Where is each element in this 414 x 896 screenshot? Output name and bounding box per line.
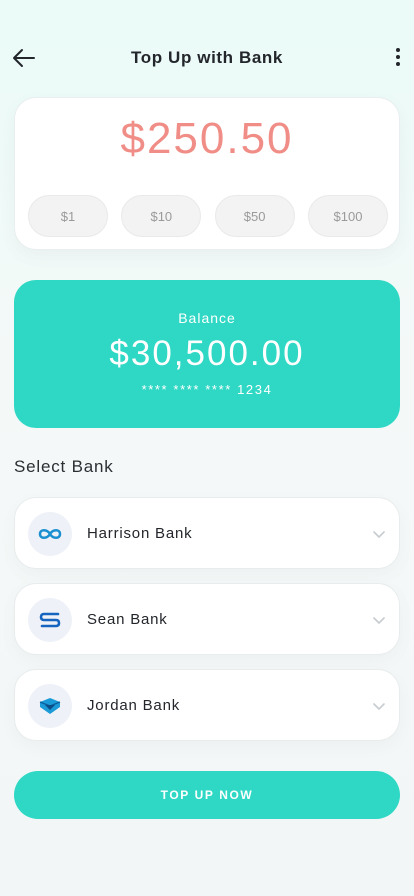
quick-amount-row: $1 $10 $50 $100 xyxy=(28,195,388,237)
top-up-amount[interactable]: $250.50 xyxy=(15,114,399,164)
bank-name: Harrison Bank xyxy=(87,525,193,542)
quick-amount-100[interactable]: $100 xyxy=(307,195,388,237)
quick-amount-50[interactable]: $50 xyxy=(214,195,295,237)
quick-amount-1[interactable]: $1 xyxy=(28,195,108,237)
chevron-down-icon xyxy=(373,703,385,710)
top-up-now-button[interactable]: TOP UP NOW xyxy=(14,771,400,819)
gem-logo-icon xyxy=(28,684,72,728)
chevron-down-icon xyxy=(373,617,385,624)
card-number: **** **** **** 1234 xyxy=(141,382,273,397)
balance-label: Balance xyxy=(178,310,236,326)
amount-card: $250.50 $1 $10 $50 $100 xyxy=(14,97,400,250)
bank-item-jordan[interactable]: Jordan Bank xyxy=(14,669,400,741)
page-title: Top Up with Bank xyxy=(131,48,283,67)
infinity-logo-icon xyxy=(28,512,72,556)
bank-name: Sean Bank xyxy=(87,611,168,628)
balance-card: Balance $30,500.00 **** **** **** 1234 xyxy=(14,280,400,428)
s-logo-icon xyxy=(28,598,72,642)
more-vertical-icon[interactable] xyxy=(392,44,404,72)
select-bank-title: Select Bank xyxy=(14,457,114,476)
bank-item-sean[interactable]: Sean Bank xyxy=(14,583,400,655)
quick-amount-10[interactable]: $10 xyxy=(121,195,202,237)
bank-name: Jordan Bank xyxy=(87,697,181,714)
balance-value: $30,500.00 xyxy=(109,334,305,373)
chevron-down-icon xyxy=(373,531,385,538)
header: Top Up with Bank xyxy=(0,36,414,80)
bank-item-harrison[interactable]: Harrison Bank xyxy=(14,497,400,569)
